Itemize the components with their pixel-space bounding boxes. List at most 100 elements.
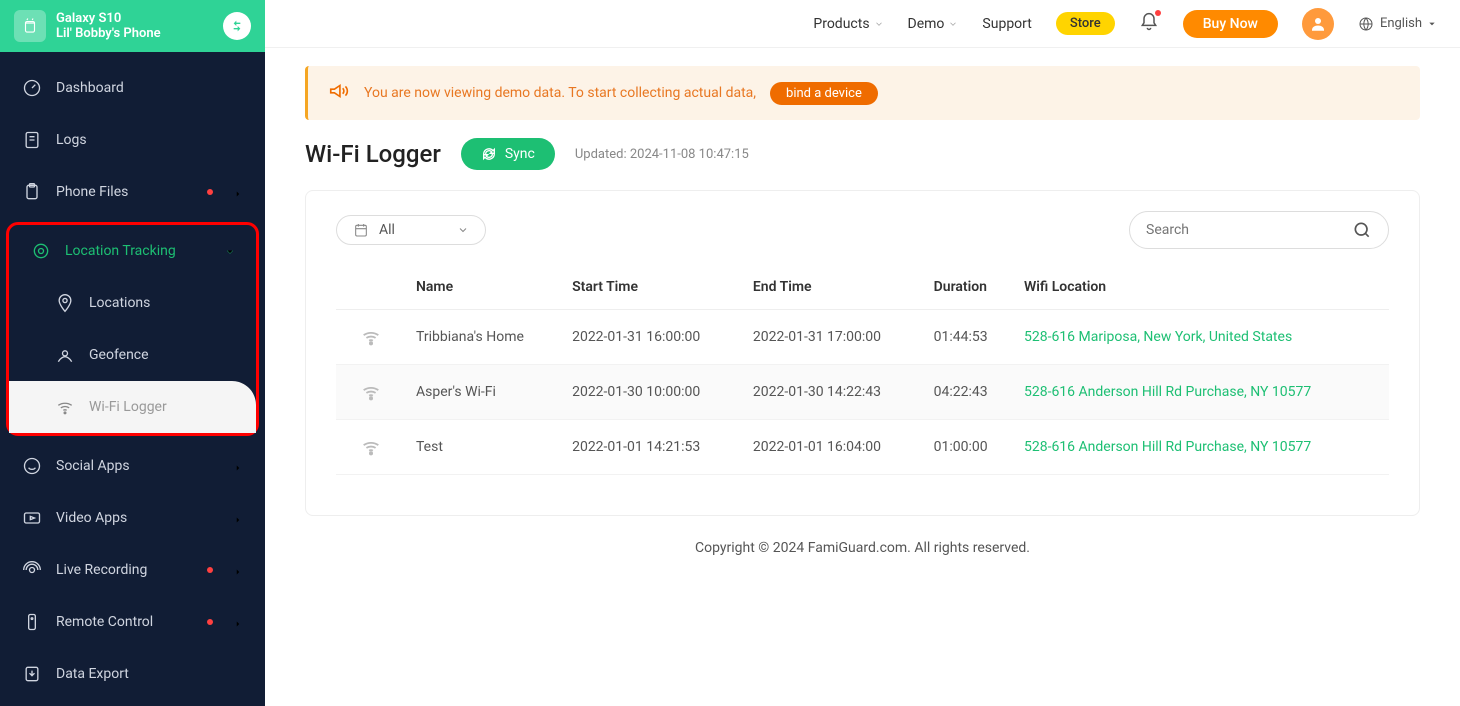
nav-support[interactable]: Support bbox=[982, 16, 1031, 32]
sidebar-item-phone-files[interactable]: Phone Files bbox=[0, 166, 265, 218]
sidebar-item-social-apps[interactable]: Social Apps bbox=[0, 440, 265, 492]
store-button[interactable]: Store bbox=[1056, 12, 1115, 35]
sidebar-item-label: Location Tracking bbox=[65, 243, 210, 259]
sidebar-item-dashboard[interactable]: Dashboard bbox=[0, 62, 265, 114]
export-icon bbox=[22, 664, 42, 684]
sidebar-item-location-tracking[interactable]: Location Tracking bbox=[9, 225, 256, 277]
page-title: Wi-Fi Logger bbox=[305, 140, 441, 168]
table-row: Test 2022-01-01 14:21:53 2022-01-01 16:0… bbox=[336, 420, 1389, 475]
bind-device-button[interactable]: bind a device bbox=[770, 82, 878, 105]
gauge-icon bbox=[22, 78, 42, 98]
cell-duration: 04:22:43 bbox=[924, 365, 1014, 420]
search-icon[interactable] bbox=[1348, 216, 1376, 244]
geofence-icon bbox=[55, 345, 75, 365]
wifi-icon bbox=[346, 436, 396, 458]
swap-device-icon[interactable] bbox=[223, 12, 251, 40]
main: Products Demo Support Store Buy Now Engl… bbox=[265, 0, 1460, 706]
chevron-right-icon bbox=[233, 513, 243, 523]
target-icon bbox=[31, 241, 51, 261]
sidebar-item-geofence[interactable]: Geofence bbox=[9, 329, 256, 381]
buy-now-button[interactable]: Buy Now bbox=[1183, 10, 1278, 38]
caret-down-icon bbox=[1428, 20, 1436, 28]
sidebar-item-label: Dashboard bbox=[56, 80, 243, 96]
broadcast-icon bbox=[22, 560, 42, 580]
avatar[interactable] bbox=[1302, 8, 1334, 40]
wifi-icon bbox=[346, 326, 396, 348]
globe-icon bbox=[1358, 16, 1374, 32]
cell-end: 2022-01-31 17:00:00 bbox=[743, 310, 924, 365]
notification-dot bbox=[207, 619, 213, 625]
android-icon bbox=[14, 10, 46, 42]
demo-banner: You are now viewing demo data. To start … bbox=[305, 66, 1420, 120]
search-input[interactable] bbox=[1142, 216, 1348, 244]
cell-name: Asper's Wi-Fi bbox=[406, 365, 562, 420]
language-label: English bbox=[1380, 16, 1422, 31]
cell-location-link[interactable]: 528-616 Mariposa, New York, United State… bbox=[1024, 329, 1292, 345]
cell-start: 2022-01-31 16:00:00 bbox=[562, 310, 743, 365]
sidebar-item-video-apps[interactable]: Video Apps bbox=[0, 492, 265, 544]
table-row: Tribbiana's Home 2022-01-31 16:00:00 202… bbox=[336, 310, 1389, 365]
sidebar-item-label: Data Export bbox=[56, 666, 243, 682]
pin-icon bbox=[55, 293, 75, 313]
sidebar-item-label: Remote Control bbox=[56, 614, 193, 630]
sync-button[interactable]: Sync bbox=[461, 138, 555, 170]
chevron-right-icon bbox=[233, 617, 243, 627]
clipboard-icon bbox=[22, 182, 42, 202]
language-selector[interactable]: English bbox=[1358, 16, 1436, 32]
data-card: All Name Start Time End Time Duration bbox=[305, 190, 1420, 516]
sidebar-item-locations[interactable]: Locations bbox=[9, 277, 256, 329]
sidebar-item-label: Logs bbox=[56, 132, 243, 148]
nav-products[interactable]: Products bbox=[813, 16, 883, 32]
nav-label: Demo bbox=[908, 16, 945, 32]
sidebar-item-label: Locations bbox=[89, 295, 234, 311]
cell-start: 2022-01-30 10:00:00 bbox=[562, 365, 743, 420]
sync-label: Sync bbox=[505, 146, 535, 162]
device-name: Galaxy S10 bbox=[56, 11, 213, 26]
sidebar-item-label: Live Recording bbox=[56, 562, 193, 578]
refresh-icon bbox=[481, 146, 497, 162]
video-icon bbox=[22, 508, 42, 528]
nav-label: Support bbox=[982, 16, 1031, 32]
notification-dot bbox=[207, 567, 213, 573]
filter-label: All bbox=[379, 222, 447, 238]
sidebar-item-label: Geofence bbox=[89, 347, 234, 363]
cell-end: 2022-01-30 14:22:43 bbox=[743, 365, 924, 420]
cell-end: 2022-01-01 16:04:00 bbox=[743, 420, 924, 475]
cell-location-link[interactable]: 528-616 Anderson Hill Rd Purchase, NY 10… bbox=[1024, 439, 1311, 455]
sidebar-item-data-export[interactable]: Data Export bbox=[0, 648, 265, 700]
date-filter-dropdown[interactable]: All bbox=[336, 215, 486, 245]
cell-name: Test bbox=[406, 420, 562, 475]
megaphone-icon bbox=[328, 80, 350, 106]
sidebar-item-remote-control[interactable]: Remote Control bbox=[0, 596, 265, 648]
device-sub: Lil' Bobby's Phone bbox=[56, 26, 213, 41]
banner-text: You are now viewing demo data. To start … bbox=[364, 85, 756, 101]
file-icon bbox=[22, 130, 42, 150]
notification-dot bbox=[1155, 10, 1161, 16]
col-name: Name bbox=[406, 265, 562, 310]
calendar-icon bbox=[353, 222, 369, 238]
sidebar-item-label: Social Apps bbox=[56, 458, 219, 474]
nav-demo[interactable]: Demo bbox=[908, 16, 959, 32]
cell-start: 2022-01-01 14:21:53 bbox=[562, 420, 743, 475]
sidebar-item-logs[interactable]: Logs bbox=[0, 114, 265, 166]
cell-duration: 01:00:00 bbox=[924, 420, 1014, 475]
remote-icon bbox=[22, 612, 42, 632]
wifi-icon bbox=[346, 381, 396, 403]
table-row: Asper's Wi-Fi 2022-01-30 10:00:00 2022-0… bbox=[336, 365, 1389, 420]
content: You are now viewing demo data. To start … bbox=[265, 48, 1460, 706]
chevron-right-icon bbox=[233, 187, 243, 197]
cell-location-link[interactable]: 528-616 Anderson Hill Rd Purchase, NY 10… bbox=[1024, 384, 1311, 400]
chevron-down-icon bbox=[874, 19, 884, 29]
notifications-icon[interactable] bbox=[1139, 12, 1159, 36]
chevron-down-icon bbox=[948, 19, 958, 29]
footer-text: Copyright © 2024 FamiGuard.com. All righ… bbox=[305, 516, 1420, 580]
chevron-right-icon bbox=[233, 565, 243, 575]
sidebar-item-wifi-logger[interactable]: Wi-Fi Logger bbox=[9, 381, 256, 433]
sidebar: Galaxy S10 Lil' Bobby's Phone Dashboard … bbox=[0, 0, 265, 706]
cell-name: Tribbiana's Home bbox=[406, 310, 562, 365]
notification-dot bbox=[207, 189, 213, 195]
device-header[interactable]: Galaxy S10 Lil' Bobby's Phone bbox=[0, 0, 265, 52]
sidebar-item-live-recording[interactable]: Live Recording bbox=[0, 544, 265, 596]
col-duration: Duration bbox=[924, 265, 1014, 310]
sidebar-item-label: Phone Files bbox=[56, 184, 193, 200]
